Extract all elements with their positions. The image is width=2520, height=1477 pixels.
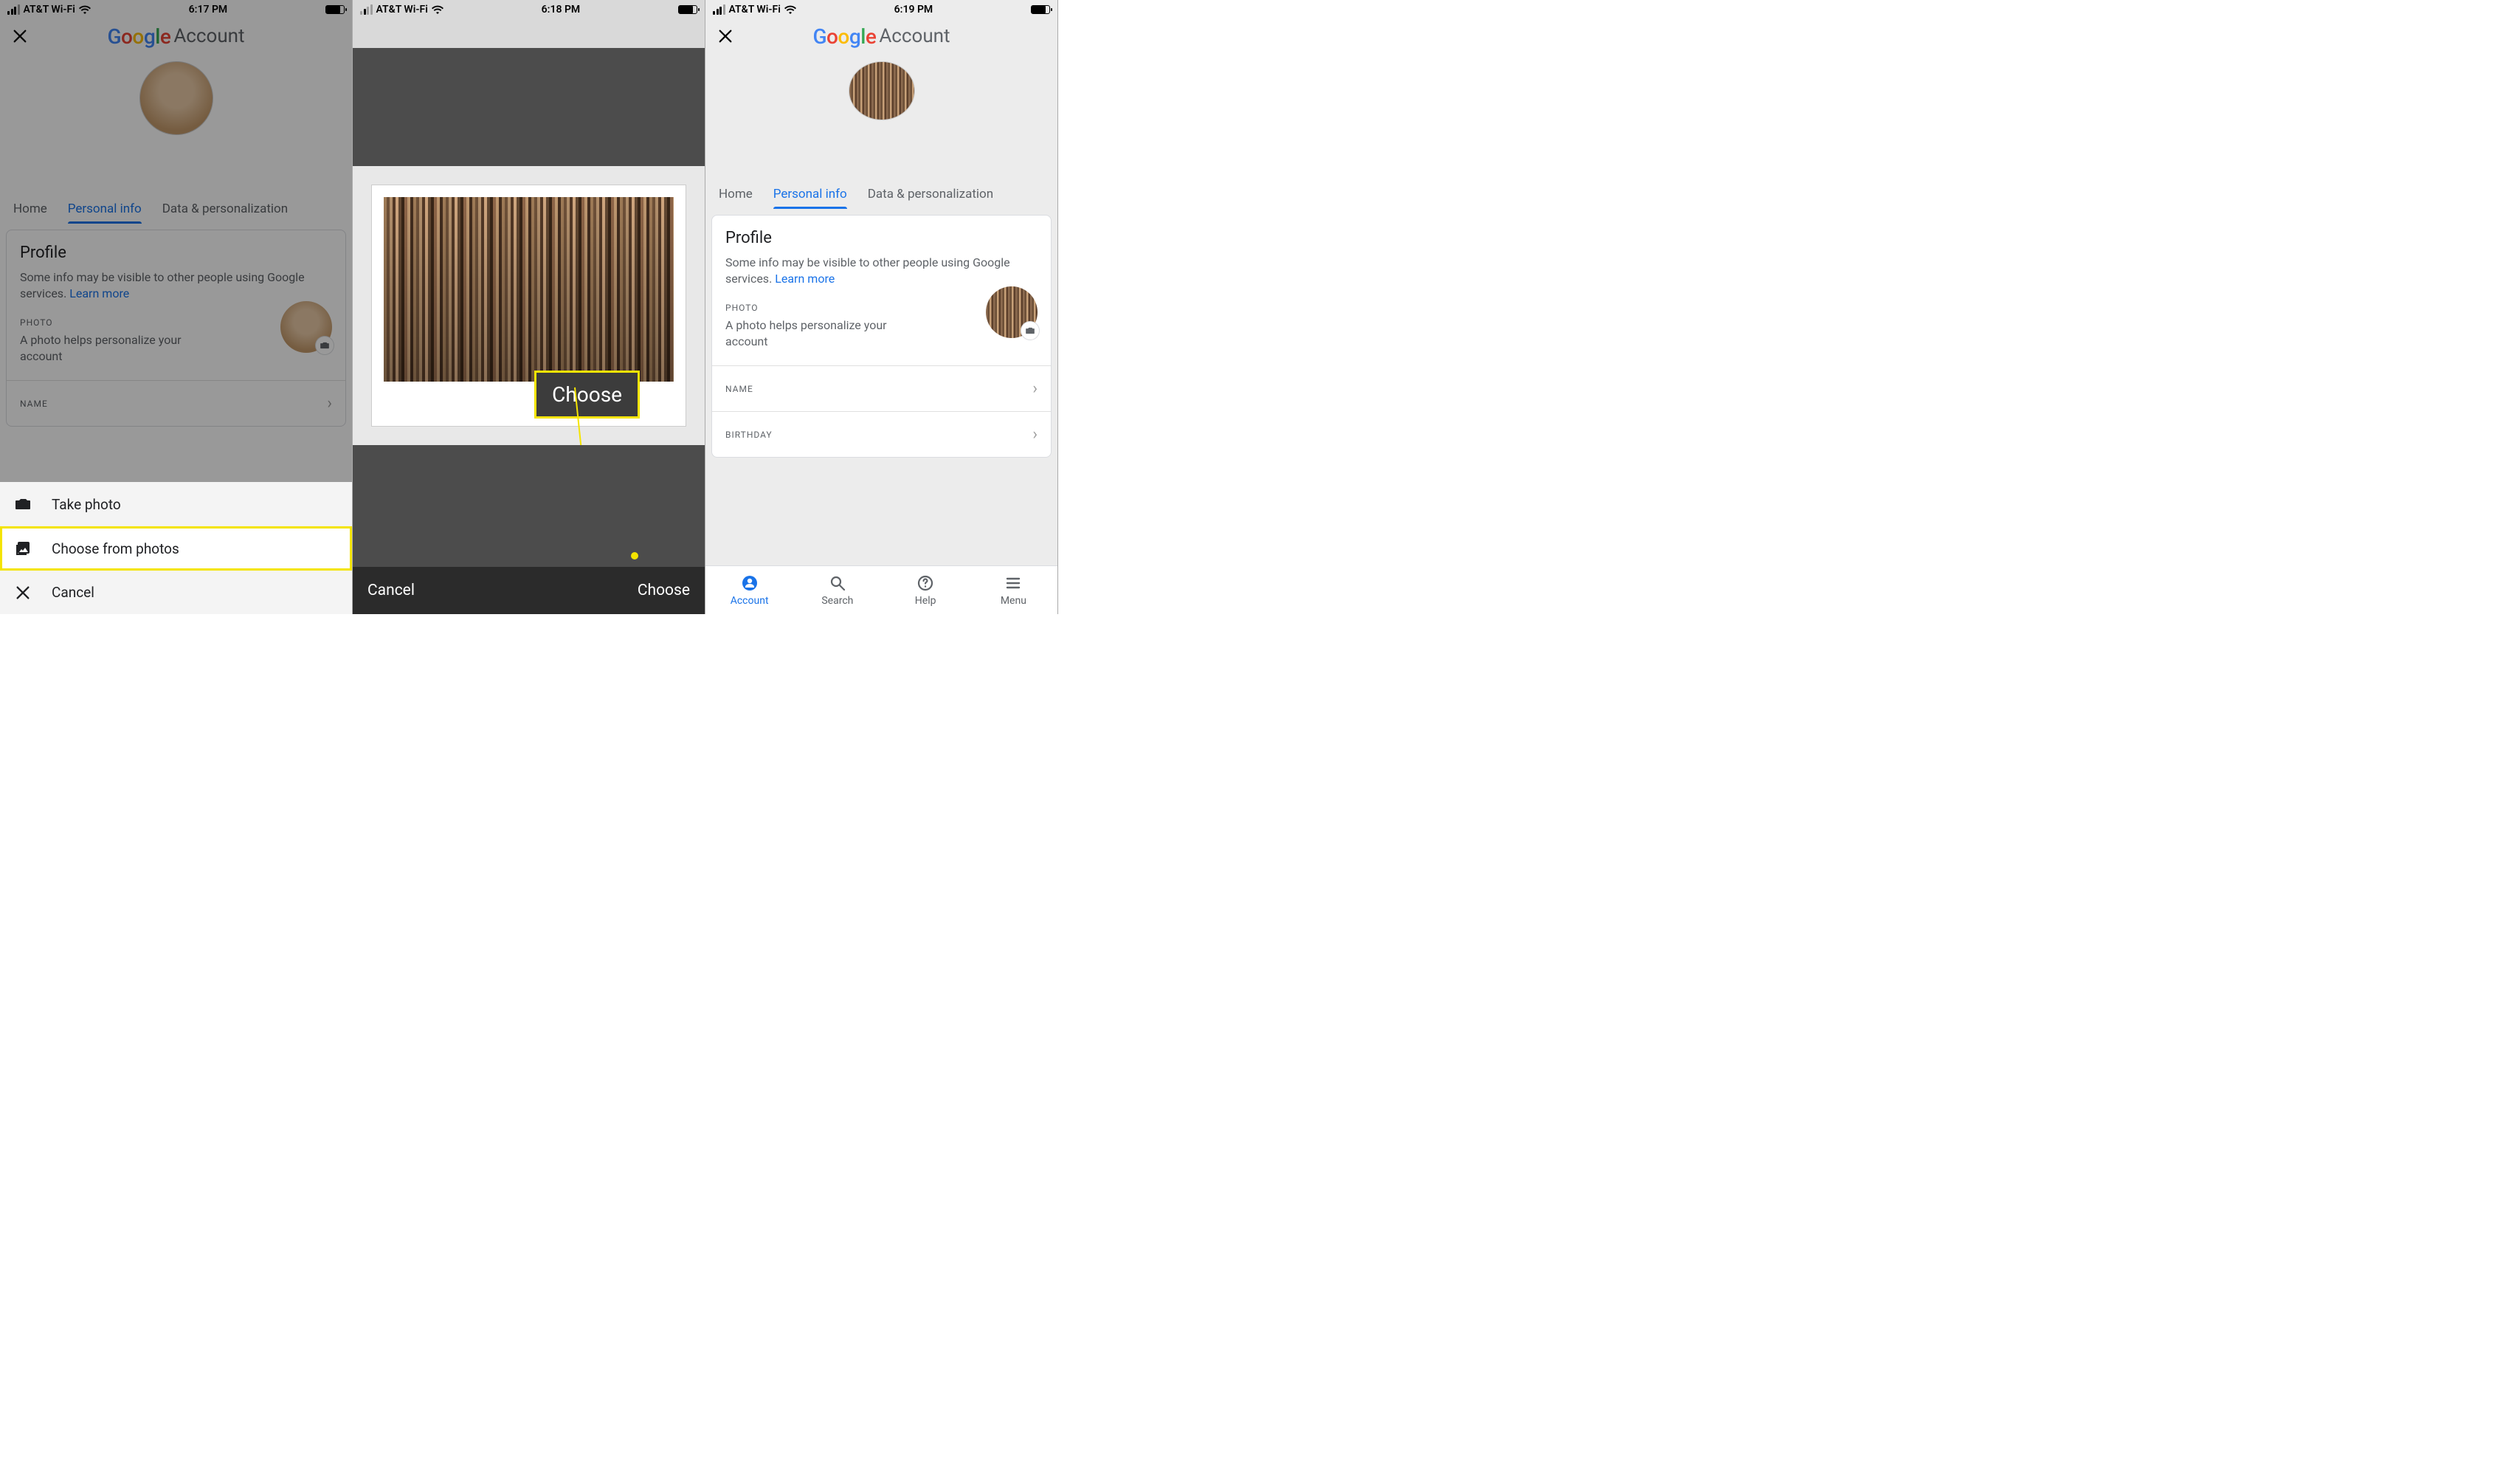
tabbar-menu-label: Menu bbox=[1001, 595, 1026, 607]
signal-icon bbox=[360, 4, 373, 15]
carrier-label: AT&T Wi-Fi bbox=[376, 4, 428, 16]
google-logo: Google bbox=[812, 24, 876, 49]
tabbar-menu[interactable]: Menu bbox=[970, 566, 1057, 614]
photo-section-desc: A photo helps personalize your account bbox=[725, 317, 917, 349]
selected-photo bbox=[384, 197, 674, 382]
app-title: Google Account bbox=[733, 24, 1029, 49]
tabs: Home Personal info Data & personalizatio… bbox=[705, 179, 1057, 209]
camera-icon bbox=[1021, 322, 1039, 340]
carrier-label: AT&T Wi-Fi bbox=[729, 4, 781, 16]
photo-library-icon bbox=[13, 540, 32, 557]
profile-card-title: Profile bbox=[725, 229, 1038, 247]
tabbar-help-label: Help bbox=[915, 595, 936, 607]
wifi-icon bbox=[784, 5, 796, 14]
sheet-choose-label: Choose from photos bbox=[52, 540, 179, 557]
panel-1-action-sheet: AT&T Wi-Fi 6:17 PM Google Account Home P… bbox=[0, 0, 353, 614]
camera-icon bbox=[13, 495, 32, 513]
photo-section-label: PHOTO bbox=[725, 303, 917, 313]
profile-avatar[interactable] bbox=[849, 61, 915, 120]
clock-label: 6:19 PM bbox=[894, 4, 933, 16]
status-bar: AT&T Wi-Fi 6:18 PM bbox=[353, 0, 705, 18]
birthday-label: BIRTHDAY bbox=[725, 430, 773, 440]
status-bar: AT&T Wi-Fi 6:19 PM bbox=[705, 0, 1057, 18]
chevron-right-icon: › bbox=[1032, 379, 1038, 398]
battery-icon bbox=[678, 5, 697, 14]
sheet-grabber-area bbox=[353, 18, 705, 48]
tab-personal-info[interactable]: Personal info bbox=[773, 187, 847, 209]
sheet-choose-from-photos[interactable]: Choose from photos bbox=[0, 526, 352, 571]
picker-cancel-button[interactable]: Cancel bbox=[367, 582, 415, 599]
panel-2-photo-picker: AT&T Wi-Fi 6:18 PM Choose Cancel Choose bbox=[353, 0, 705, 614]
tabbar-search[interactable]: Search bbox=[793, 566, 881, 614]
tab-home[interactable]: Home bbox=[719, 187, 753, 209]
birthday-row[interactable]: BIRTHDAY › bbox=[725, 412, 1038, 457]
profile-card-desc: Some info may be visible to other people… bbox=[725, 255, 1038, 286]
battery-icon bbox=[1031, 5, 1050, 14]
app-title-suffix: Account bbox=[879, 25, 950, 47]
photo-preview[interactable]: Choose bbox=[353, 166, 705, 445]
sheet-take-photo-label: Take photo bbox=[52, 496, 121, 513]
tab-data-personalization[interactable]: Data & personalization bbox=[868, 187, 993, 209]
photo-action-sheet: Take photo Choose from photos Cancel bbox=[0, 482, 352, 614]
sheet-cancel[interactable]: Cancel bbox=[0, 571, 352, 614]
avatar-section bbox=[705, 54, 1057, 179]
callout-dot bbox=[631, 552, 638, 560]
tabbar-help[interactable]: Help bbox=[882, 566, 970, 614]
picker-bottom-bar: Cancel Choose bbox=[353, 567, 705, 614]
photo-thumbnail[interactable] bbox=[986, 286, 1038, 338]
profile-desc-text: Some info may be visible to other people… bbox=[725, 255, 1010, 286]
learn-more-link[interactable]: Learn more bbox=[775, 272, 835, 286]
close-icon[interactable] bbox=[717, 28, 733, 44]
tabbar-account[interactable]: Account bbox=[705, 566, 793, 614]
clock-label: 6:18 PM bbox=[542, 4, 581, 16]
toolbar: Google Account bbox=[705, 18, 1057, 54]
close-icon bbox=[13, 585, 32, 601]
name-row[interactable]: NAME › bbox=[725, 366, 1038, 411]
profile-card: Profile Some info may be visible to othe… bbox=[711, 215, 1052, 458]
panel-3-result: AT&T Wi-Fi 6:19 PM Google Account Home P… bbox=[705, 0, 1058, 614]
chevron-right-icon: › bbox=[1032, 425, 1038, 444]
tabbar-search-label: Search bbox=[821, 595, 853, 607]
sheet-cancel-label: Cancel bbox=[52, 584, 94, 601]
picker-choose-button[interactable]: Choose bbox=[638, 582, 690, 599]
crop-area: Choose bbox=[353, 48, 705, 567]
bottom-tab-bar: Account Search Help Menu bbox=[705, 565, 1057, 614]
name-label: NAME bbox=[725, 384, 753, 394]
choose-popover[interactable]: Choose bbox=[536, 372, 638, 417]
tabbar-account-label: Account bbox=[731, 595, 769, 607]
wifi-icon bbox=[432, 5, 443, 14]
photo-frame bbox=[372, 185, 686, 426]
sheet-take-photo[interactable]: Take photo bbox=[0, 482, 352, 526]
signal-icon bbox=[713, 4, 725, 15]
